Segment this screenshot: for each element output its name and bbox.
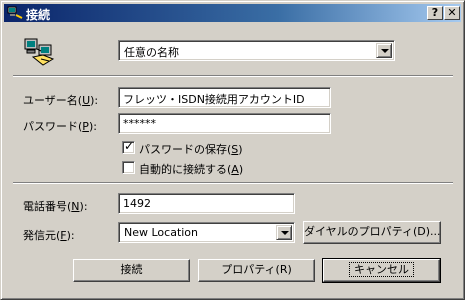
dial-from-label: 発信元(F):	[23, 229, 75, 242]
separator	[13, 75, 453, 77]
auto-connect-label[interactable]: 自動的に接続する(A)	[139, 161, 243, 177]
save-password-label[interactable]: パスワードの保存(S)	[139, 141, 243, 157]
connect-dialog: 接続 ? ✕ 任意の名称 ユーザー名(U): フレッツ・ISDN接続用アカウント…	[0, 0, 465, 300]
dropdown-arrow-icon[interactable]	[376, 43, 392, 58]
phone-number-input[interactable]: 1492	[118, 193, 295, 214]
password-input[interactable]: ******	[118, 113, 331, 134]
title-bar: 接続 ? ✕	[4, 4, 461, 22]
close-button[interactable]: ✕	[444, 6, 460, 20]
dial-up-icon	[7, 6, 23, 19]
auto-connect-checkbox[interactable]	[122, 161, 135, 174]
connection-entry-value: 任意の名称	[124, 46, 179, 59]
window-title: 接続	[26, 8, 51, 22]
username-label: ユーザー名(U):	[23, 94, 99, 107]
save-password-checkbox[interactable]: ✓	[122, 139, 135, 154]
dial-from-select[interactable]: New Location	[118, 222, 295, 243]
network-computers-icon	[24, 38, 55, 66]
dropdown-arrow-icon[interactable]	[276, 225, 292, 240]
cancel-button[interactable]: キャンセル	[322, 258, 441, 283]
properties-button[interactable]: プロパティ(R)	[198, 259, 315, 282]
separator	[13, 182, 453, 184]
help-button[interactable]: ?	[427, 6, 443, 20]
connect-button[interactable]: 接続	[73, 259, 190, 282]
phone-label: 電話番号(N):	[23, 200, 88, 213]
dial-from-value: New Location	[124, 226, 199, 239]
dialing-properties-button[interactable]: ダイヤルのプロパティ(D)...	[303, 221, 441, 244]
username-input[interactable]: フレッツ・ISDN接続用アカウントID	[118, 87, 331, 108]
checkmark-icon: ✓	[124, 139, 135, 153]
password-label: パスワード(P):	[23, 120, 97, 133]
connection-entry-select[interactable]: 任意の名称	[118, 40, 395, 61]
cancel-button-label: キャンセル	[349, 262, 414, 277]
